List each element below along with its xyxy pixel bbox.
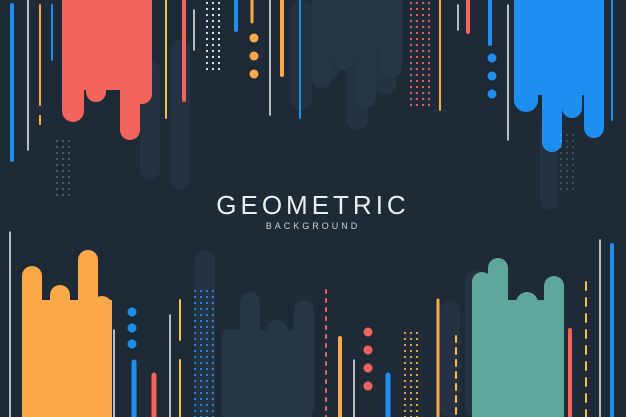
dark-drip-block-bottom	[222, 292, 314, 417]
blue-drip-block	[514, 0, 604, 152]
dot-patch-red-top	[410, 0, 432, 108]
teal-drip-block	[472, 258, 564, 417]
dot-patch-orange-bottom	[400, 332, 420, 417]
page-title: GEOMETRIC	[216, 190, 410, 220]
dot-patch-white-top	[202, 0, 224, 72]
dot-patch-faint-right	[560, 130, 578, 190]
orange-drip-block	[22, 250, 112, 417]
red-drip-block	[62, 0, 152, 140]
geometric-background-canvas: GEOMETRIC BACKGROUND	[0, 0, 626, 417]
page-subtitle: BACKGROUND	[265, 221, 361, 231]
dot-patch-blue-bottom	[194, 286, 214, 417]
